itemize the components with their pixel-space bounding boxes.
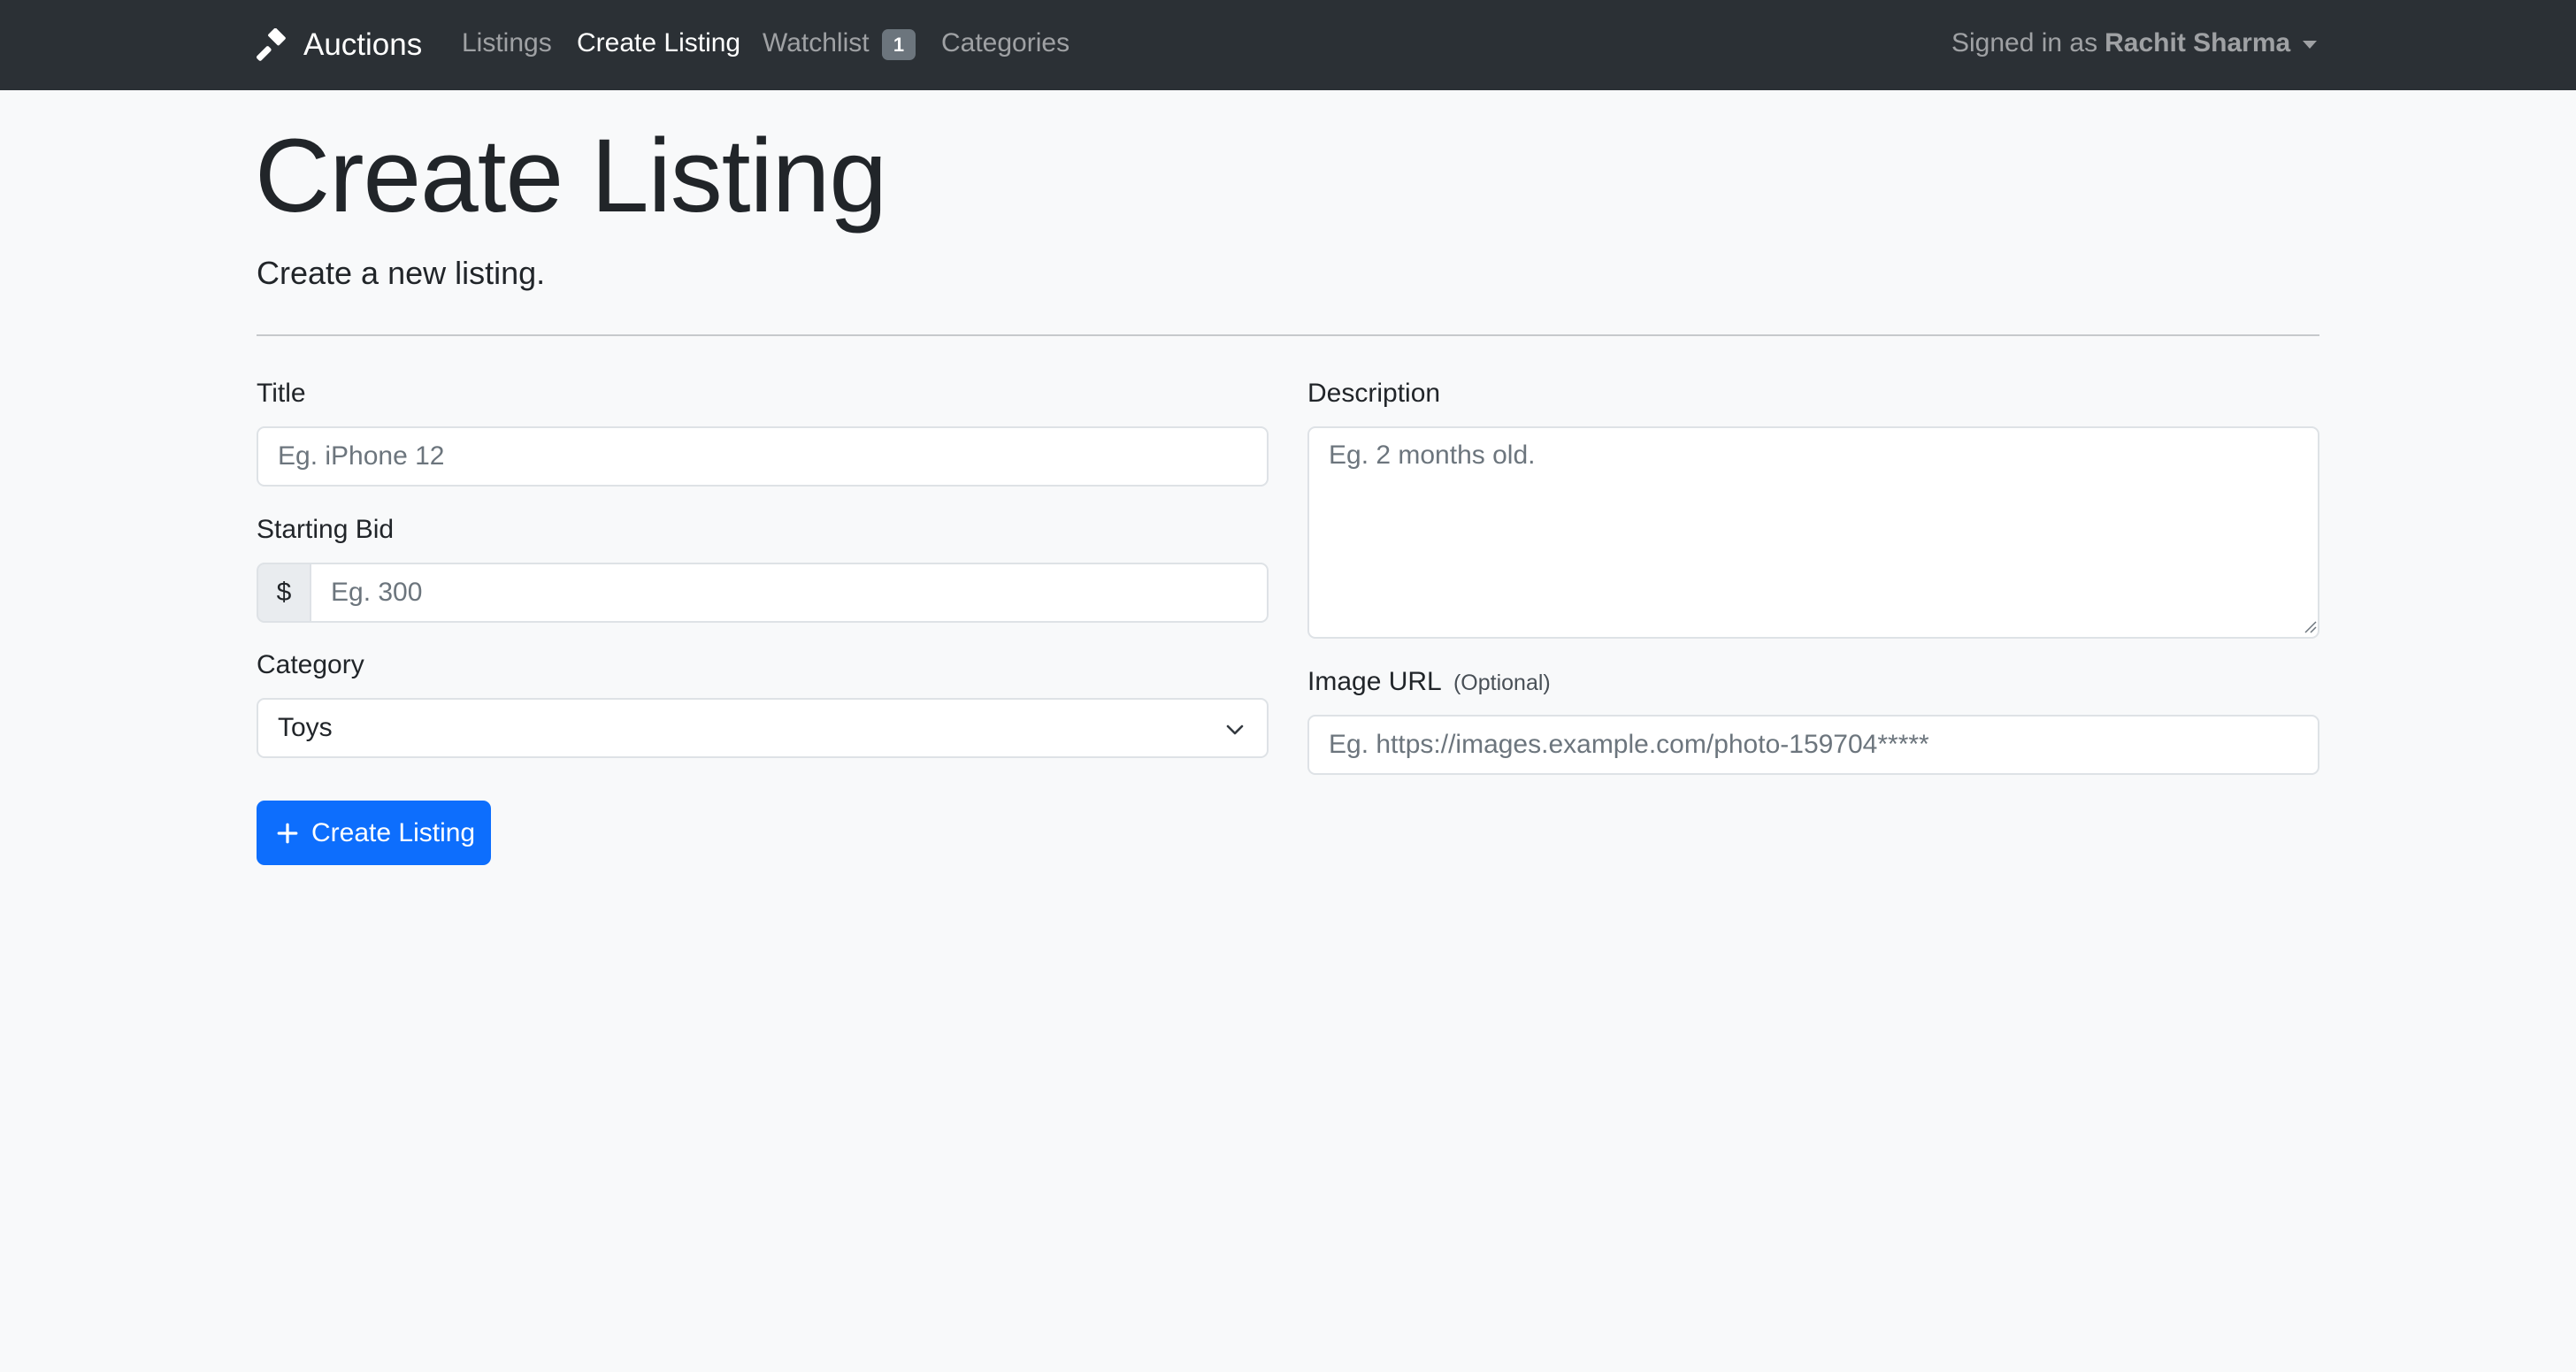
currency-addon: $	[257, 563, 311, 623]
user-dropdown[interactable]: Signed in as Rachit Sharma	[1951, 28, 2318, 58]
brand-name: Auctions	[303, 27, 423, 62]
watchlist-count-badge: 1	[882, 29, 916, 60]
nav-create-listing[interactable]: Create Listing	[577, 28, 740, 58]
username: Rachit Sharma	[2104, 28, 2291, 57]
starting-bid-input[interactable]	[310, 563, 1269, 623]
gavel-icon	[257, 28, 286, 61]
nav-listings[interactable]: Listings	[462, 28, 552, 58]
resize-handle[interactable]	[2303, 619, 2317, 633]
nav-watchlist[interactable]: Watchlist	[763, 28, 870, 58]
optional-note: (Optional)	[1453, 671, 1551, 695]
category-label: Category	[257, 650, 364, 679]
title-input[interactable]	[257, 426, 1269, 487]
description-label: Description	[1307, 379, 1441, 408]
page-title: Create Listing	[255, 118, 887, 234]
create-listing-button-label: Create Listing	[311, 817, 476, 847]
category-select[interactable]: Toys	[257, 698, 1269, 758]
caret-down-icon	[2303, 40, 2318, 49]
description-textarea[interactable]	[1307, 426, 2319, 639]
image-url-input[interactable]	[1307, 715, 2319, 775]
plus-icon	[277, 823, 298, 843]
signed-in-prefix: Signed in as	[1951, 28, 2098, 57]
image-url-label-text: Image URL	[1307, 667, 1441, 696]
brand-link[interactable]: Auctions	[257, 27, 422, 64]
chevron-down-icon	[1226, 724, 1244, 735]
divider	[257, 334, 2319, 336]
starting-bid-label: Starting Bid	[257, 515, 395, 544]
title-label: Title	[257, 379, 306, 408]
create-listing-button[interactable]: Create Listing	[257, 801, 491, 865]
nav-categories[interactable]: Categories	[941, 28, 1070, 58]
navbar: Auctions Listings Create Listing Watchli…	[0, 0, 2576, 90]
category-selected-value: Toys	[278, 713, 333, 742]
image-url-label: Image URL (Optional)	[1307, 667, 1551, 697]
page-subtitle: Create a new listing.	[257, 255, 546, 291]
